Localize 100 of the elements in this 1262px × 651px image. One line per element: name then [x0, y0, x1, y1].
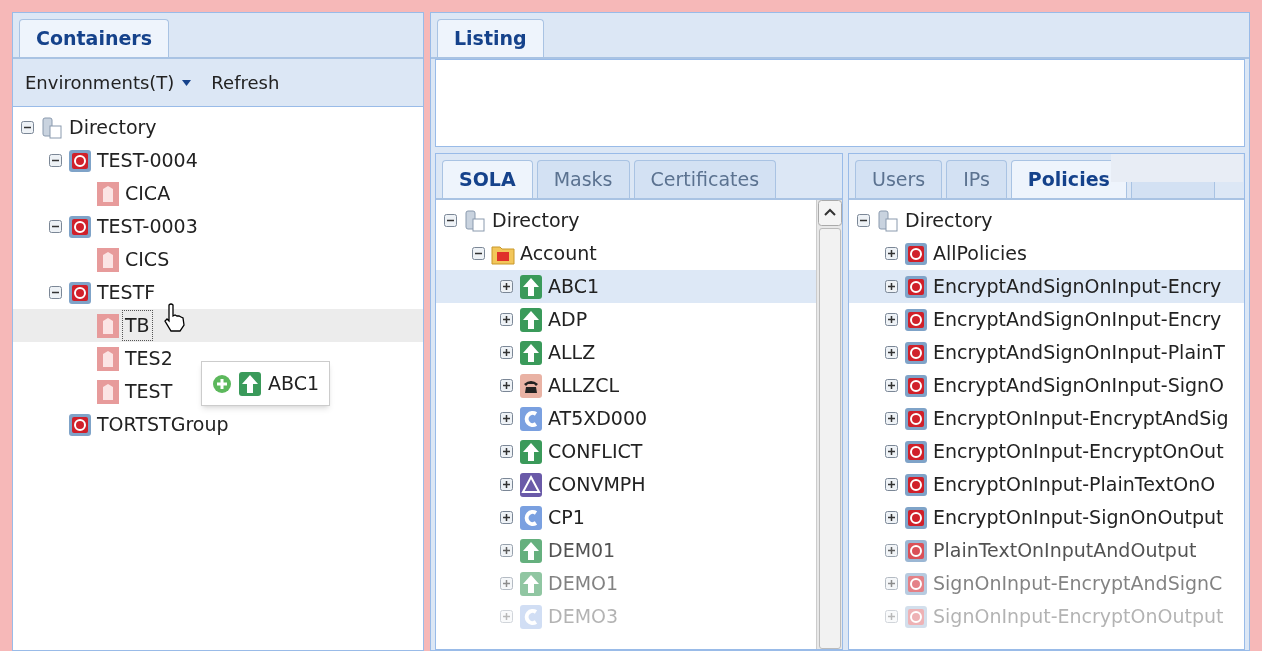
collapse-icon[interactable]	[444, 214, 457, 227]
container-icon	[904, 505, 928, 530]
node-label: DEMO3	[547, 604, 620, 630]
tab[interactable]: Masks	[536, 160, 630, 198]
tab[interactable]: SOLA	[442, 160, 533, 198]
tree-row[interactable]: TES2	[13, 342, 175, 375]
refresh-button[interactable]: Refresh	[211, 69, 280, 96]
tab[interactable]: Certificates	[633, 160, 777, 198]
tree-row[interactable]: Directory	[849, 204, 995, 237]
expand-icon[interactable]	[885, 346, 898, 359]
node-label: AllPolicies	[932, 241, 1028, 267]
letter-c-icon	[519, 504, 543, 531]
tree-row[interactable]: SignOnInput-EncryptAndSignC	[849, 567, 1225, 600]
expand-icon[interactable]	[500, 280, 513, 293]
scroll-up-icon[interactable]	[817, 200, 842, 226]
node-label: Directory	[68, 115, 158, 141]
tree-row[interactable]: AT5XD000	[436, 402, 650, 435]
tab[interactable]: Containers	[19, 19, 170, 57]
container-icon	[904, 340, 928, 365]
tree-row[interactable]: AllPolicies	[849, 237, 1029, 270]
expand-icon[interactable]	[500, 445, 513, 458]
expand-icon[interactable]	[885, 247, 898, 260]
expand-icon[interactable]	[500, 511, 513, 524]
container-icon	[904, 604, 928, 629]
expand-icon[interactable]	[885, 478, 898, 491]
collapse-icon[interactable]	[857, 214, 870, 227]
tree-row[interactable]: EncryptAndSignOnInput-SignO	[849, 369, 1227, 402]
expand-icon[interactable]	[500, 544, 513, 557]
tree-row[interactable]: TESTF	[13, 276, 158, 309]
node-label: PlainTextOnInputAndOutput	[932, 538, 1198, 564]
expand-icon[interactable]	[885, 544, 898, 557]
caret-icon	[182, 79, 192, 86]
tree-row[interactable]: EncryptOnInput-EncryptAndSig	[849, 402, 1231, 435]
expand-icon[interactable]	[885, 379, 898, 392]
tree-row[interactable]: ALLZCL	[436, 369, 622, 402]
tree-row[interactable]: TEST-0004	[13, 144, 200, 177]
tree-row[interactable]: TB	[13, 309, 423, 342]
expand-icon[interactable]	[885, 412, 898, 425]
expand-icon[interactable]	[885, 445, 898, 458]
tab[interactable]: Policies	[1010, 160, 1127, 198]
building-icon	[96, 345, 120, 372]
tab[interactable]: IPs	[946, 160, 1007, 198]
tree-row[interactable]: CONVMPH	[436, 468, 648, 501]
node-label: EncryptAndSignOnInput-SignO	[932, 373, 1226, 399]
collapse-icon[interactable]	[472, 247, 485, 260]
tree-row[interactable]: EncryptOnInput-SignOnOutput	[849, 501, 1226, 534]
node-label: TEST-0003	[96, 214, 199, 240]
scrollbar[interactable]	[816, 200, 842, 649]
telephone-icon	[519, 372, 543, 399]
tree-row[interactable]: ABC1	[436, 270, 816, 303]
expand-icon[interactable]	[500, 478, 513, 491]
collapse-icon[interactable]	[49, 286, 62, 299]
expand-icon[interactable]	[500, 379, 513, 392]
expand-icon[interactable]	[500, 313, 513, 326]
expand-icon[interactable]	[885, 511, 898, 524]
collapse-icon[interactable]	[49, 154, 62, 167]
tree-row[interactable]: CP1	[436, 501, 587, 534]
tree-row[interactable]: Account	[436, 237, 599, 270]
tree-row[interactable]: TEST	[13, 375, 175, 408]
node-label: TORTSTGroup	[96, 412, 230, 438]
expand-icon[interactable]	[885, 313, 898, 326]
tree-row[interactable]: TORTSTGroup	[13, 408, 231, 441]
tree-row[interactable]: CICA	[13, 177, 173, 210]
collapse-icon[interactable]	[49, 220, 62, 233]
tab[interactable]: Users	[855, 160, 943, 198]
container-icon	[904, 472, 928, 497]
node-label: CONFLICT	[547, 439, 644, 465]
building-icon	[96, 246, 120, 273]
environments-dropdown[interactable]: Environments(T)	[25, 69, 192, 96]
tree-row[interactable]: EncryptOnInput-PlainTextOnO	[849, 468, 1218, 501]
tree-row[interactable]: CICS	[13, 243, 172, 276]
tree-row[interactable]: ADP	[436, 303, 590, 336]
node-label: AT5XD000	[547, 406, 649, 432]
node-label: TES2	[124, 346, 174, 372]
tree-row[interactable]: PlainTextOnInputAndOutput	[849, 534, 1199, 567]
scroll-thumb[interactable]	[818, 228, 841, 649]
expand-icon[interactable]	[500, 346, 513, 359]
building-icon	[96, 378, 120, 405]
tree-row[interactable]: Directory	[436, 204, 582, 237]
tree-row[interactable]: TEST-0003	[13, 210, 200, 243]
tree-row[interactable]: EncryptAndSignOnInput-Encry	[849, 303, 1224, 336]
container-icon	[904, 373, 928, 398]
node-label: TEST-0004	[96, 148, 199, 174]
expand-icon[interactable]	[885, 280, 898, 293]
node-label: CP1	[547, 505, 586, 531]
node-label: Directory	[904, 208, 994, 234]
tree-row[interactable]: Directory	[13, 111, 159, 144]
tree-row[interactable]: ALLZ	[436, 336, 598, 369]
tab[interactable]: Listing	[437, 19, 544, 57]
expand-icon[interactable]	[500, 412, 513, 425]
collapse-icon[interactable]	[21, 121, 34, 134]
tree-row[interactable]: CONFLICT	[436, 435, 645, 468]
tree-row[interactable]: EncryptAndSignOnInput-Encry	[849, 270, 1244, 303]
tree-row[interactable]: EncryptOnInput-EncryptOnOut	[849, 435, 1226, 468]
tree-row[interactable]: DEMO1	[436, 567, 621, 600]
building-icon	[96, 312, 120, 339]
tree-row[interactable]: DEM01	[436, 534, 618, 567]
node-label: ABC1	[547, 274, 601, 300]
tree-row[interactable]: EncryptAndSignOnInput-PlainT	[849, 336, 1227, 369]
container-icon	[904, 307, 928, 332]
